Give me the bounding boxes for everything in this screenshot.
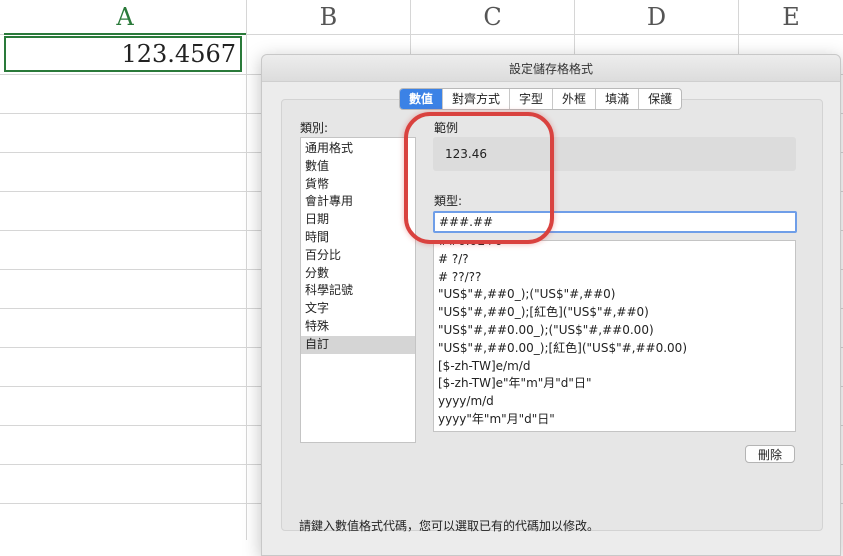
- format-code-item[interactable]: "US$"#,##0_);("US$"#,##0): [434, 286, 795, 304]
- active-column-indicator: [4, 33, 246, 35]
- dialog-title: 設定儲存格格式: [262, 55, 840, 82]
- category-item[interactable]: 文字: [301, 300, 415, 318]
- active-cell-a1[interactable]: 123.4567: [4, 36, 242, 72]
- format-code-item[interactable]: [$-zh-TW]e"年"m"月"d"日": [434, 375, 795, 393]
- category-item[interactable]: 特殊: [301, 318, 415, 336]
- format-code-item[interactable]: "US$"#,##0_);[紅色]("US$"#,##0): [434, 304, 795, 322]
- sample-preview: 123.46: [433, 137, 796, 171]
- format-cells-dialog: 設定儲存格格式 數值 對齊方式 字型 外框 填滿 保護 類別: 通用格式 數值 …: [261, 54, 841, 556]
- category-item[interactable]: 貨幣: [301, 176, 415, 194]
- format-code-item[interactable]: # ??/??: [434, 269, 795, 287]
- column-header-c[interactable]: C: [411, 0, 574, 34]
- tab-number[interactable]: 數值: [400, 89, 444, 109]
- category-item[interactable]: 會計專用: [301, 193, 415, 211]
- tab-fill[interactable]: 填滿: [596, 89, 640, 109]
- format-code-item[interactable]: ##0.0E+0: [434, 241, 795, 251]
- format-code-list[interactable]: ##0.0E+0 # ?/? # ??/?? "US$"#,##0_);("US…: [433, 240, 796, 432]
- category-item[interactable]: 分數: [301, 265, 415, 283]
- format-code-item[interactable]: yyyy"年"m"月"d"日": [434, 411, 795, 429]
- category-label: 類別:: [300, 121, 329, 135]
- type-label: 類型:: [434, 194, 463, 208]
- tab-font[interactable]: 字型: [510, 89, 554, 109]
- category-item[interactable]: 科學記號: [301, 282, 415, 300]
- sample-label: 範例: [434, 121, 459, 135]
- delete-button[interactable]: 刪除: [745, 445, 795, 463]
- format-code-item[interactable]: "US$"#,##0.00_);("US$"#,##0.00): [434, 322, 795, 340]
- format-hint-text: 請鍵入數值格式代碼，您可以選取已有的代碼加以修改。: [299, 519, 600, 533]
- tab-alignment[interactable]: 對齊方式: [443, 89, 511, 109]
- tab-bar: 數值 對齊方式 字型 外框 填滿 保護: [399, 88, 683, 110]
- tab-border[interactable]: 外框: [553, 89, 597, 109]
- format-code-item[interactable]: [$-zh-TW]e/m/d: [434, 358, 795, 376]
- column-header-a[interactable]: A: [4, 0, 246, 34]
- format-type-input[interactable]: [433, 211, 797, 233]
- format-code-item[interactable]: "US$"#,##0.00_);[紅色]("US$"#,##0.00): [434, 340, 795, 358]
- category-item[interactable]: 通用格式: [301, 140, 415, 158]
- category-list[interactable]: 通用格式 數值 貨幣 會計專用 日期 時間 百分比 分數 科學記號 文字 特殊 …: [300, 137, 416, 443]
- grid-line: [246, 0, 247, 540]
- column-header-b[interactable]: B: [247, 0, 410, 34]
- category-item-custom[interactable]: 自訂: [301, 335, 415, 354]
- tab-protection[interactable]: 保護: [639, 89, 681, 109]
- format-code-item[interactable]: # ?/?: [434, 251, 795, 269]
- format-code-item[interactable]: yyyy/m/d: [434, 393, 795, 411]
- category-item[interactable]: 數值: [301, 158, 415, 176]
- column-header-e[interactable]: E: [739, 0, 843, 34]
- category-item[interactable]: 時間: [301, 229, 415, 247]
- column-header-d[interactable]: D: [575, 0, 738, 34]
- category-item[interactable]: 百分比: [301, 247, 415, 265]
- category-item[interactable]: 日期: [301, 211, 415, 229]
